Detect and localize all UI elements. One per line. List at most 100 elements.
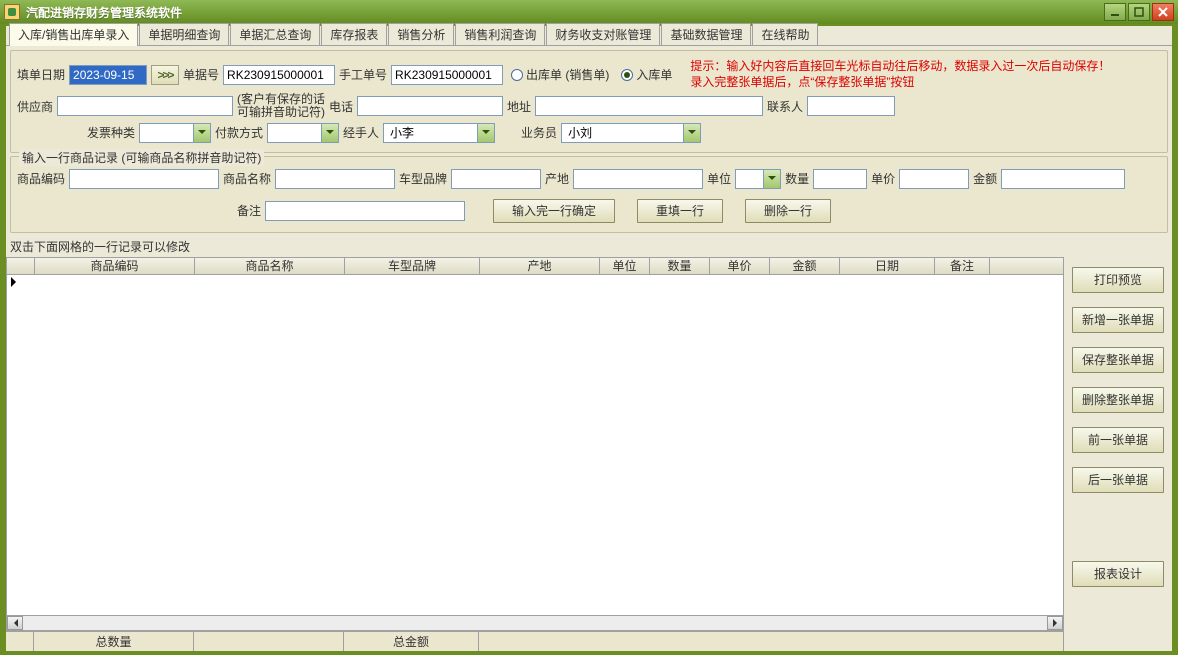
- addr-input[interactable]: [535, 96, 763, 116]
- tab-4[interactable]: 销售分析: [388, 23, 454, 45]
- grid-footer: 总数量 总金额: [6, 631, 1064, 651]
- supplier-input[interactable]: [57, 96, 233, 116]
- scroll-right-button[interactable]: [1047, 616, 1063, 630]
- order-no-label: 单据号: [183, 66, 219, 83]
- window-title: 汽配进销存财务管理系统软件: [26, 4, 1102, 21]
- tab-8[interactable]: 在线帮助: [752, 23, 818, 45]
- grid-col-header[interactable]: 单位: [600, 258, 650, 274]
- sales-combo[interactable]: 小刘: [561, 123, 701, 143]
- item-origin-label: 产地: [545, 170, 569, 187]
- in-radio-group[interactable]: 入库单: [621, 66, 672, 83]
- grid-col-header[interactable]: 商品名称: [195, 258, 345, 274]
- app-icon: [4, 4, 20, 20]
- item-amount-input[interactable]: [1001, 169, 1125, 189]
- supplier-label: 供应商: [17, 98, 53, 115]
- addr-label: 地址: [507, 98, 531, 115]
- item-name-label: 商品名称: [223, 170, 271, 187]
- order-no-input[interactable]: [223, 65, 335, 85]
- side-button-4[interactable]: 前一张单据: [1072, 427, 1164, 453]
- item-model-label: 车型品牌: [399, 170, 447, 187]
- refill-line-button[interactable]: 重填一行: [637, 199, 723, 223]
- side-button-3[interactable]: 删除整张单据: [1072, 387, 1164, 413]
- delete-line-button[interactable]: 删除一行: [745, 199, 831, 223]
- grid-body[interactable]: [6, 275, 1064, 615]
- manual-no-label: 手工单号: [339, 66, 387, 83]
- tab-1[interactable]: 单据明细查询: [139, 23, 229, 45]
- out-radio[interactable]: [511, 69, 523, 81]
- phone-label: 电话: [329, 98, 353, 115]
- tab-6[interactable]: 财务收支对账管理: [546, 23, 660, 45]
- side-button-0[interactable]: 打印预览: [1072, 267, 1164, 293]
- side-button-panel: 打印预览新增一张单据保存整张单据删除整张单据前一张单据后一张单据报表设计: [1064, 257, 1172, 651]
- chevron-down-icon[interactable]: [193, 124, 210, 142]
- scroll-left-button[interactable]: [7, 616, 23, 630]
- item-price-input[interactable]: [899, 169, 969, 189]
- grid-col-header[interactable]: 商品编码: [35, 258, 195, 274]
- grid-col-header[interactable]: 日期: [840, 258, 935, 274]
- item-model-input[interactable]: [451, 169, 541, 189]
- side-button-2[interactable]: 保存整张单据: [1072, 347, 1164, 373]
- title-bar: 汽配进销存财务管理系统软件: [0, 0, 1178, 24]
- row-indicator-icon: [11, 277, 21, 287]
- chevron-down-icon[interactable]: [763, 170, 780, 188]
- contact-label: 联系人: [767, 98, 803, 115]
- item-unit-label: 单位: [707, 170, 731, 187]
- chevron-down-icon[interactable]: [321, 124, 338, 142]
- side-button-6[interactable]: 报表设计: [1072, 561, 1164, 587]
- manual-no-input[interactable]: [391, 65, 503, 85]
- tab-0[interactable]: 入库/销售出库单录入: [9, 23, 138, 46]
- item-entry-group: 输入一行商品记录 (可输商品名称拼音助记符) 商品编码 商品名称 车型品牌 产地…: [10, 156, 1168, 233]
- tab-2[interactable]: 单据汇总查询: [230, 23, 320, 45]
- in-radio[interactable]: [621, 69, 633, 81]
- item-origin-input[interactable]: [573, 169, 703, 189]
- date-label: 填单日期: [17, 66, 65, 83]
- chevron-down-icon[interactable]: [477, 124, 494, 142]
- phone-input[interactable]: [357, 96, 503, 116]
- tab-7[interactable]: 基础数据管理: [661, 23, 751, 45]
- grid-col-header[interactable]: 车型品牌: [345, 258, 480, 274]
- side-button-1[interactable]: 新增一张单据: [1072, 307, 1164, 333]
- handler-combo[interactable]: 小李: [383, 123, 495, 143]
- grid-col-header[interactable]: 产地: [480, 258, 600, 274]
- grid-col-header[interactable]: 备注: [935, 258, 990, 274]
- tab-5[interactable]: 销售利润查询: [455, 23, 545, 45]
- item-price-label: 单价: [871, 170, 895, 187]
- horizontal-scrollbar[interactable]: [6, 615, 1064, 631]
- contact-input[interactable]: [807, 96, 895, 116]
- scroll-track[interactable]: [23, 616, 1047, 630]
- grid-col-header[interactable]: 金额: [770, 258, 840, 274]
- item-amount-label: 金额: [973, 170, 997, 187]
- item-qty-input[interactable]: [813, 169, 867, 189]
- grid-col-header[interactable]: 数量: [650, 258, 710, 274]
- side-button-5[interactable]: 后一张单据: [1072, 467, 1164, 493]
- chevron-down-icon[interactable]: [683, 124, 700, 142]
- supplier-hint: (客户有保存的话可输拼音助记符): [237, 93, 325, 119]
- total-qty-label: 总数量: [34, 632, 194, 651]
- item-name-input[interactable]: [275, 169, 395, 189]
- sales-label: 业务员: [521, 124, 557, 141]
- item-qty-label: 数量: [785, 170, 809, 187]
- minimize-button[interactable]: [1104, 3, 1126, 21]
- item-remark-label: 备注: [237, 202, 261, 219]
- grid-header: 商品编码商品名称车型品牌产地单位数量单价金额日期备注: [6, 257, 1064, 275]
- item-unit-combo[interactable]: [735, 169, 781, 189]
- close-button[interactable]: [1152, 3, 1174, 21]
- maximize-button[interactable]: [1128, 3, 1150, 21]
- confirm-line-button[interactable]: 输入完一行确定: [493, 199, 615, 223]
- handler-label: 经手人: [343, 124, 379, 141]
- grid-hint: 双击下面网格的一行记录可以修改: [6, 236, 1172, 257]
- out-radio-group[interactable]: 出库单 (销售单): [511, 66, 609, 83]
- date-input[interactable]: [69, 65, 147, 85]
- tab-3[interactable]: 库存报表: [321, 23, 387, 45]
- hint-line1: 提示：输入好内容后直接回车光标自动往后移动，数据录入过一次后自动保存！: [690, 59, 1110, 75]
- pay-method-combo[interactable]: [267, 123, 339, 143]
- header-form-group: 填单日期 >>> 单据号 手工单号 出库单 (销售单) 入库单: [10, 50, 1168, 153]
- pay-method-label: 付款方式: [215, 124, 263, 141]
- invoice-type-combo[interactable]: [139, 123, 211, 143]
- item-remark-input[interactable]: [265, 201, 465, 221]
- item-code-input[interactable]: [69, 169, 219, 189]
- item-code-label: 商品编码: [17, 170, 65, 187]
- date-next-button[interactable]: >>>: [151, 65, 179, 85]
- item-entry-legend: 输入一行商品记录 (可输商品名称拼音助记符): [19, 149, 264, 166]
- grid-col-header[interactable]: 单价: [710, 258, 770, 274]
